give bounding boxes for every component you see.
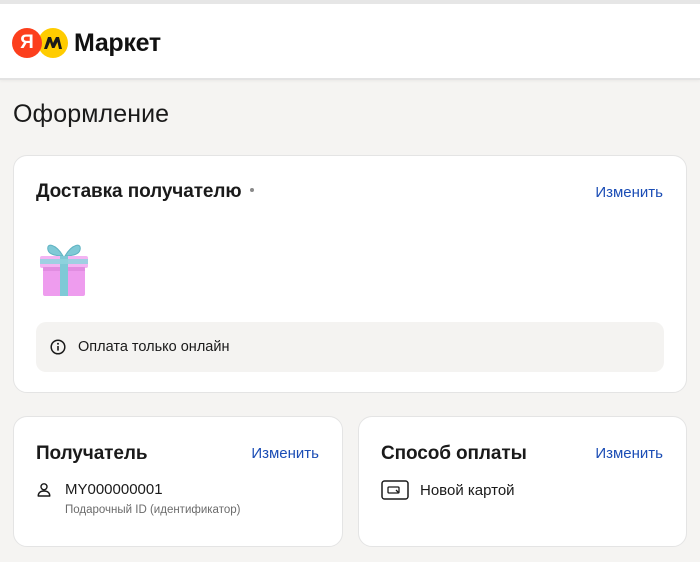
logo-m-icon — [38, 28, 68, 58]
recipient-id-value: MY000000001 — [65, 481, 163, 498]
delivery-change-link[interactable]: Изменить — [595, 184, 663, 201]
top-bar: Я Маркет — [0, 0, 700, 80]
market-logo[interactable]: Я Маркет — [12, 28, 161, 58]
payment-change-link[interactable]: Изменить — [595, 445, 663, 462]
gift-box-icon — [36, 240, 92, 303]
status-dot — [250, 187, 255, 192]
logo-text: Маркет — [74, 28, 161, 57]
notice-text: Оплата только онлайн — [78, 339, 230, 355]
payment-card: Способ оплаты Изменить Новой картой — [358, 416, 687, 547]
recipient-change-link[interactable]: Изменить — [251, 445, 319, 462]
checkout-page: Я Маркет Оформление Доставка получателю … — [0, 0, 700, 562]
person-icon — [37, 482, 51, 497]
payment-method-text: Новой картой — [420, 481, 515, 499]
recipient-id-row: MY000000001 — [36, 481, 163, 498]
delivery-title-text: Доставка получателю — [36, 181, 242, 202]
page-title: Оформление — [13, 100, 170, 128]
payment-title: Способ оплаты — [381, 443, 527, 464]
recipient-title: Получатель — [36, 443, 148, 464]
info-icon — [50, 339, 66, 355]
recipient-id-caption: Подарочный ID (идентификатор) — [65, 504, 241, 516]
recipient-card: Получатель Изменить MY000000001 Подарочн… — [13, 416, 343, 547]
card-icon — [381, 480, 409, 500]
delivery-card: Доставка получателю Изменить Оплата толь… — [13, 155, 687, 393]
logo-ya-badge: Я — [12, 28, 42, 58]
payment-method-row[interactable]: Новой картой — [381, 480, 515, 500]
delivery-title: Доставка получателю — [36, 181, 255, 203]
online-payment-notice: Оплата только онлайн — [36, 322, 664, 372]
